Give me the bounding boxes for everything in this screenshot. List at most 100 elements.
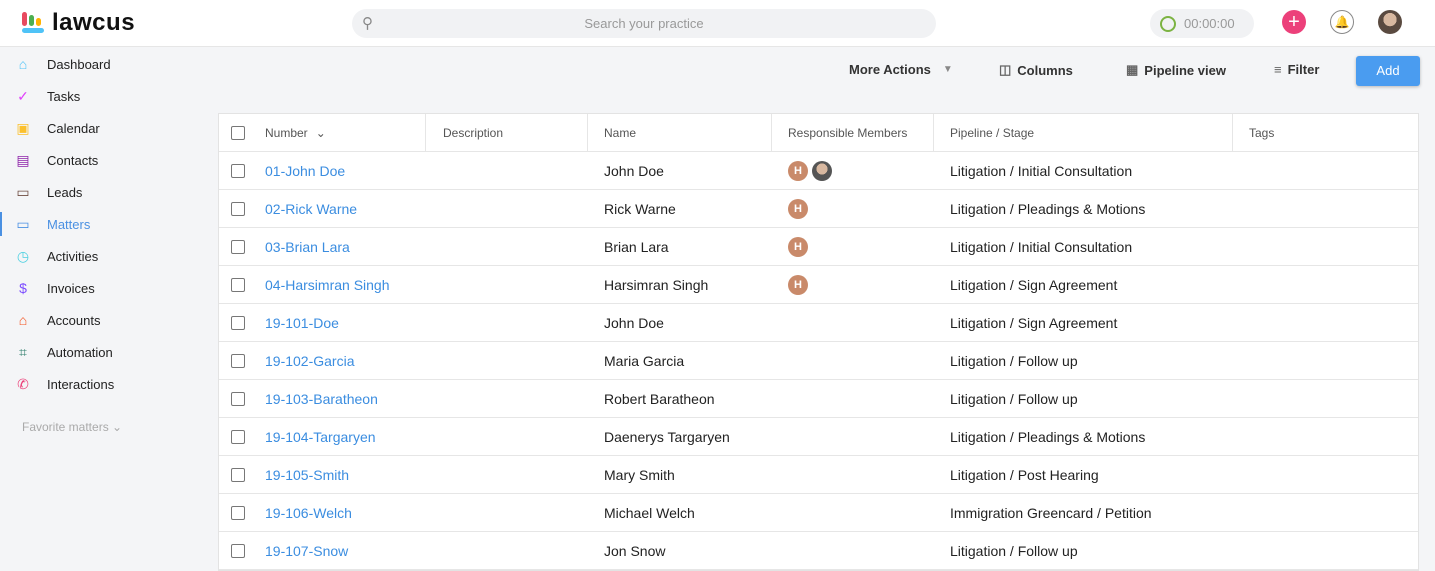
stage-cell: Litigation / Sign Agreement [950,314,1118,331]
sidebar-item-accounts[interactable]: ⌂ Accounts [0,304,218,336]
columns-label: Columns [1017,62,1073,78]
logo[interactable]: lawcus [22,9,135,37]
stage-cell: Litigation / Initial Consultation [950,238,1133,255]
stage-cell: Litigation / Initial Consultation [950,162,1133,179]
more-actions-button[interactable]: More Actions ▼ [849,62,953,77]
members-cell [772,418,934,455]
stage-cell: Litigation / Follow up [950,390,1078,407]
sidebar-item-label: Calendar [47,120,100,136]
filter-button[interactable]: ≡ Filter [1274,62,1319,77]
sidebar-item-label: Activities [47,248,99,264]
briefcase-icon: ▭ [16,215,30,232]
row-checkbox[interactable] [231,467,245,482]
sidebar-item-contacts[interactable]: ▤ Contacts [0,144,218,176]
table-row[interactable]: 01-John Doe John Doe H Litigation / Init… [219,152,1418,190]
row-checkbox[interactable] [231,277,245,292]
table-row[interactable]: 19-105-Smith Mary Smith Litigation / Pos… [219,456,1418,494]
row-checkbox[interactable] [231,391,245,406]
table-row[interactable]: 19-101-Doe John Doe Litigation / Sign Ag… [219,304,1418,342]
matter-link[interactable]: 19-104-Targaryen [265,429,376,445]
sidebar-item-matters[interactable]: ▭ Matters [0,208,218,240]
tags-cell [1233,456,1418,493]
header-stage[interactable]: Pipeline / Stage [934,114,1233,151]
description-cell [426,532,588,569]
header-name[interactable]: Name [588,114,772,151]
pipeline-view-button[interactable]: ▦ Pipeline view [1126,62,1226,78]
members-cell [772,456,934,493]
name-cell: Jon Snow [604,542,666,559]
calendar-icon: ▣ [16,119,30,136]
quick-add-button[interactable]: + [1282,10,1306,34]
matter-link[interactable]: 19-101-Doe [265,315,339,331]
name-cell: Brian Lara [604,238,669,255]
logo-mark-icon [22,12,46,34]
contact-card-icon: ▤ [16,151,30,168]
matter-link[interactable]: 19-107-Snow [265,543,348,559]
matter-link[interactable]: 19-103-Baratheon [265,391,378,407]
row-checkbox[interactable] [231,505,245,520]
table-row[interactable]: 02-Rick Warne Rick Warne H Litigation / … [219,190,1418,228]
matter-link[interactable]: 04-Harsimran Singh [265,277,390,293]
search-input[interactable]: ⚲ Search your practice [352,9,936,38]
row-checkbox[interactable] [231,201,245,216]
header-tags[interactable]: Tags [1233,114,1418,151]
matter-link[interactable]: 19-106-Welch [265,505,352,521]
member-avatar[interactable]: H [788,236,808,257]
matter-link[interactable]: 02-Rick Warne [265,201,357,217]
description-cell [426,380,588,417]
sidebar-item-automation[interactable]: ⌗ Automation [0,336,218,368]
sidebar-item-interactions[interactable]: ✆ Interactions [0,368,218,400]
tags-cell [1233,532,1418,569]
matter-link[interactable]: 19-102-Garcia [265,353,355,369]
members-cell [772,304,934,341]
matter-link[interactable]: 19-105-Smith [265,467,349,483]
header-members[interactable]: Responsible Members [772,114,934,151]
table-row[interactable]: 03-Brian Lara Brian Lara H Litigation / … [219,228,1418,266]
select-all-checkbox[interactable] [231,125,245,140]
name-cell: Maria Garcia [604,352,685,369]
row-checkbox[interactable] [231,239,245,254]
name-cell: Robert Baratheon [604,390,715,407]
phone-icon: ✆ [17,375,29,392]
crop-icon: ⌗ [19,343,27,360]
user-avatar[interactable] [1378,10,1402,34]
row-checkbox[interactable] [231,315,245,330]
member-avatar[interactable] [812,160,832,181]
sidebar-item-calendar[interactable]: ▣ Calendar [0,112,218,144]
sidebar-item-label: Contacts [47,152,99,168]
member-avatar[interactable]: H [788,198,808,219]
clock-icon [1160,15,1176,32]
row-checkbox[interactable] [231,543,245,558]
member-avatar[interactable]: H [788,160,808,181]
favorite-matters-toggle[interactable]: Favorite matters ⌄ [0,420,218,434]
add-button[interactable]: Add [1356,56,1420,86]
matter-link[interactable]: 01-John Doe [265,163,345,179]
sidebar-item-invoices[interactable]: $ Invoices [0,272,218,304]
header-number[interactable]: Number ⌄ [249,114,426,151]
sidebar-item-leads[interactable]: ▭ Leads [0,176,218,208]
columns-button[interactable]: ◫ Columns [999,62,1073,78]
grid-icon: ▦ [1126,62,1139,77]
table-row[interactable]: 04-Harsimran Singh Harsimran Singh H Lit… [219,266,1418,304]
description-cell [426,494,588,531]
header-label: Number [265,125,308,140]
table-row[interactable]: 19-104-Targaryen Daenerys Targaryen Liti… [219,418,1418,456]
table-row[interactable]: 19-103-Baratheon Robert Baratheon Litiga… [219,380,1418,418]
row-checkbox[interactable] [231,429,245,444]
tags-cell [1233,494,1418,531]
header-description[interactable]: Description [426,114,588,151]
row-checkbox[interactable] [231,353,245,368]
matter-link[interactable]: 03-Brian Lara [265,239,350,255]
table-row[interactable]: 19-107-Snow Jon Snow Litigation / Follow… [219,532,1418,570]
name-cell: John Doe [604,162,664,179]
toolbar: More Actions ▼ ◫ Columns ▦ Pipeline view ≡ F… [0,56,1435,86]
notifications-bell-icon[interactable]: 🔔 [1330,10,1354,34]
member-avatar[interactable]: H [788,274,808,295]
row-checkbox[interactable] [231,163,245,178]
timer[interactable]: 00:00:00 [1150,9,1254,38]
tags-cell [1233,152,1418,189]
table-row[interactable]: 19-102-Garcia Maria Garcia Litigation / … [219,342,1418,380]
pipeline-label: Pipeline view [1144,62,1226,78]
sidebar-item-activities[interactable]: ◷ Activities [0,240,218,272]
table-row[interactable]: 19-106-Welch Michael Welch Immigration G… [219,494,1418,532]
